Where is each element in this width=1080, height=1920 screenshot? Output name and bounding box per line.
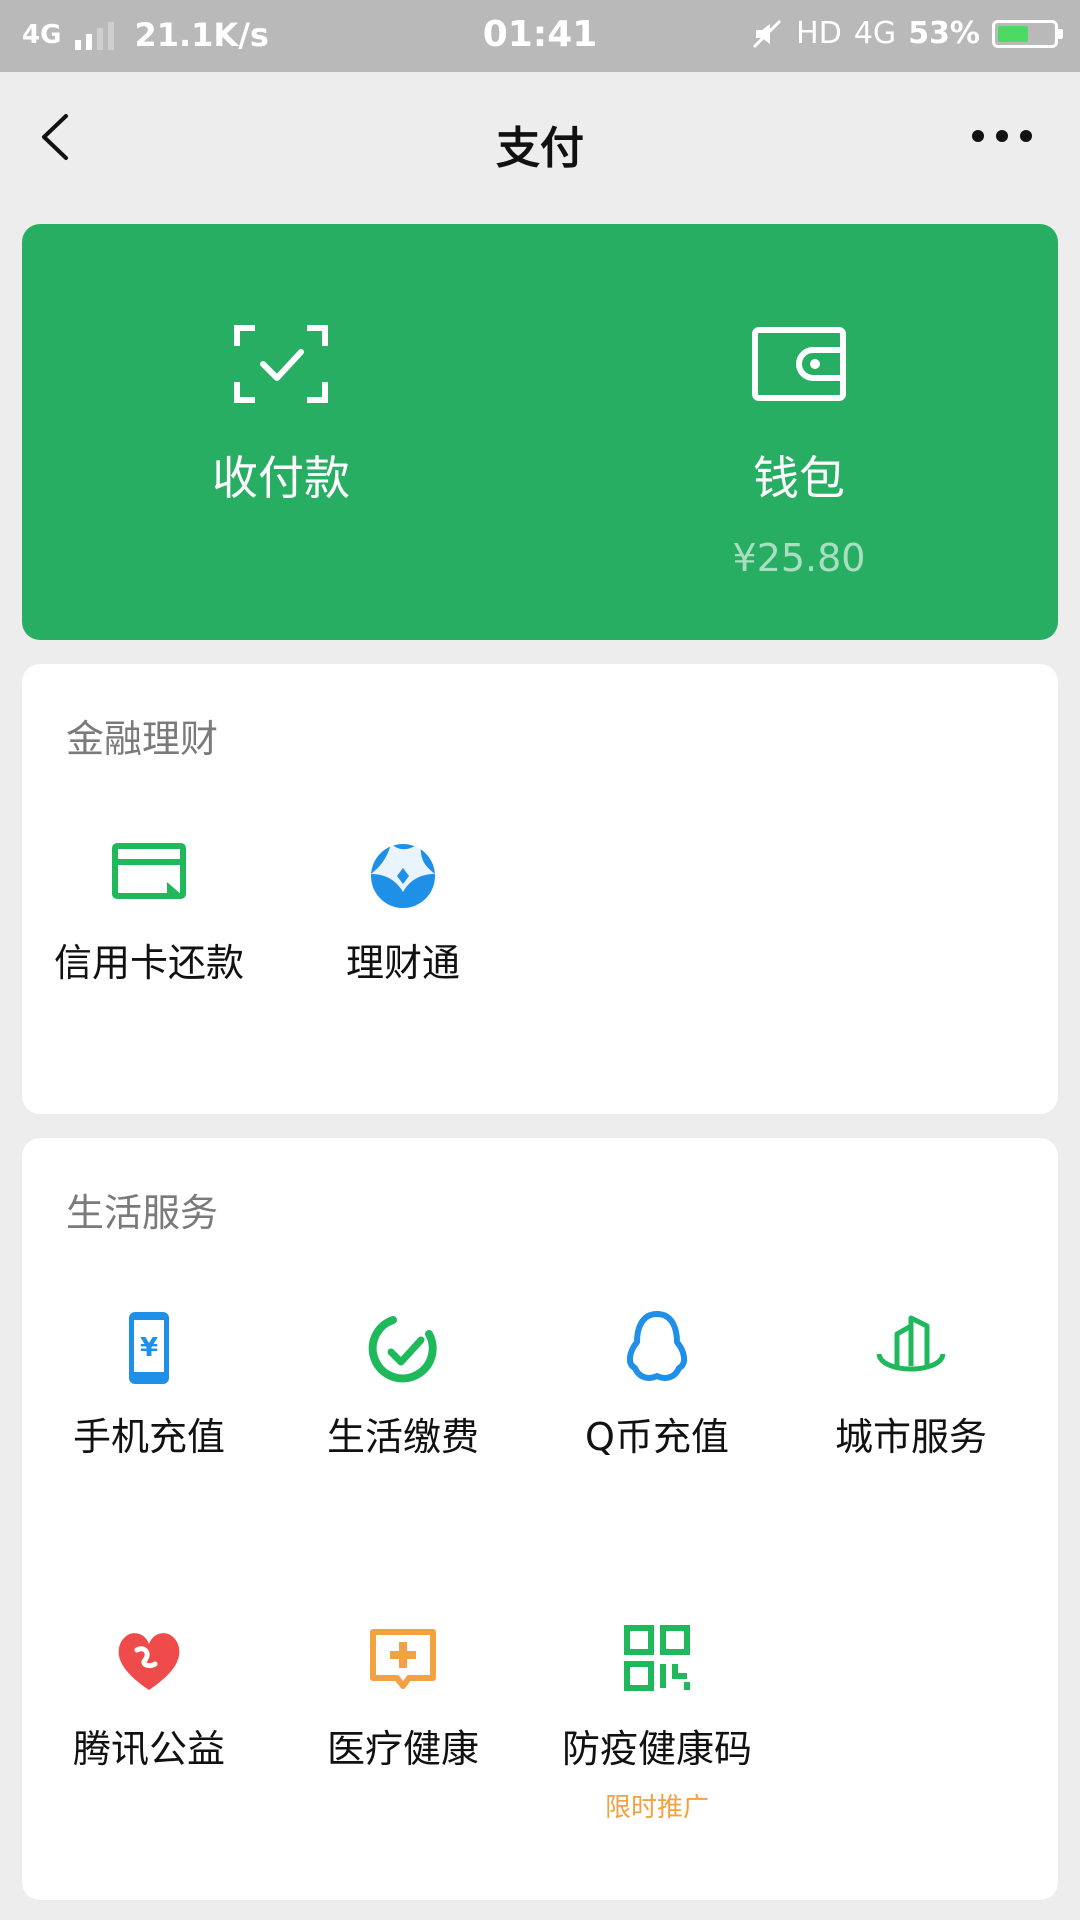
bill-payment-icon	[368, 1316, 437, 1383]
q-coin-recharge-label: Q币充值	[585, 1415, 729, 1459]
health-code-label: 防疫健康码	[561, 1727, 752, 1771]
network-type-2: 4G	[853, 16, 897, 51]
bill-payment-button[interactable]: 生活缴费	[276, 1308, 530, 1461]
payment-card: 收付款 钱包 ¥25.80	[22, 224, 1058, 640]
credit-card-repay-button[interactable]: 信用卡还款	[22, 834, 276, 987]
phone-recharge-label: 手机充值	[72, 1415, 225, 1459]
finance-section-title: 金融理财	[66, 717, 219, 761]
tencent-charity-label: 腾讯公益	[72, 1727, 225, 1771]
mute-icon	[753, 19, 782, 48]
medical-health-button[interactable]: 医疗健康	[276, 1620, 530, 1773]
licaitong-icon	[371, 840, 435, 908]
city-service-button[interactable]: 城市服务	[784, 1308, 1038, 1461]
wallet-icon	[752, 327, 846, 401]
qq-penguin-icon	[627, 1311, 687, 1381]
credit-card-repay-label: 信用卡还款	[53, 941, 244, 985]
phone-recharge-button[interactable]: ¥ 手机充值	[22, 1308, 276, 1461]
nav-bar: 支付	[0, 72, 1080, 202]
status-right: HD 4G 53%	[750, 16, 1063, 51]
credit-card-icon	[112, 843, 186, 899]
scan-check-icon	[234, 325, 328, 403]
finance-section: 金融理财 信用卡还款 理财通	[22, 664, 1058, 1114]
phone-recharge-icon: ¥	[129, 1312, 169, 1384]
q-coin-recharge-button[interactable]: Q币充值	[530, 1308, 784, 1461]
receive-pay-button[interactable]: 收付款	[22, 224, 540, 640]
qr-code-icon	[624, 1625, 690, 1691]
medical-health-label: 医疗健康	[326, 1727, 479, 1771]
city-service-icon	[876, 1315, 946, 1372]
hd-indicator: HD	[796, 16, 842, 51]
life-section-title: 生活服务	[66, 1191, 219, 1235]
city-service-label: 城市服务	[834, 1415, 987, 1459]
tencent-charity-button[interactable]: 腾讯公益	[22, 1620, 276, 1773]
promotion-badge: 限时推广	[604, 1793, 709, 1823]
licaitong-button[interactable]: 理财通	[276, 834, 530, 987]
svg-text:¥: ¥	[140, 1333, 158, 1363]
health-code-button[interactable]: 防疫健康码 限时推广	[530, 1620, 784, 1824]
page-title: 支付	[496, 123, 584, 174]
wallet-label: 钱包	[753, 451, 845, 505]
status-bar: 4G 21.1K/s 01:41 HD 4G 53%	[0, 0, 1080, 72]
battery-percent: 53%	[908, 16, 980, 51]
wallet-balance: ¥25.80	[732, 536, 866, 580]
charity-heart-icon	[118, 1633, 180, 1690]
bill-payment-label: 生活缴费	[326, 1415, 479, 1459]
more-icon[interactable]	[972, 130, 1032, 146]
wallet-button[interactable]: 钱包 ¥25.80	[540, 224, 1058, 640]
life-services-section: 生活服务 ¥ 手机充值 生活缴费 Q币充值 城市服务 腾讯公益 医疗健康 防疫健…	[22, 1138, 1058, 1900]
receive-pay-label: 收付款	[212, 451, 350, 505]
medical-icon	[370, 1629, 436, 1689]
battery-icon	[992, 19, 1063, 48]
licaitong-label: 理财通	[345, 941, 460, 985]
